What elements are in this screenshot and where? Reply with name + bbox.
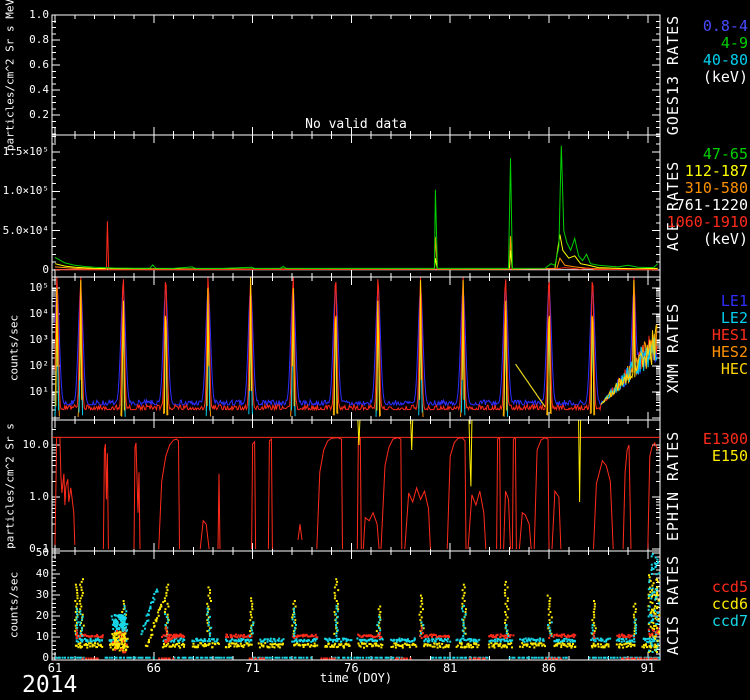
year-label: 2014: [22, 672, 77, 698]
ytick-ace-1.5×10⁵: 1.5×10⁵: [0, 145, 49, 158]
legend-entry-47-65: 47-65: [667, 146, 748, 163]
legend-entry--kev-: (keV): [703, 69, 748, 86]
ytick-ephin-1.0: 1.0: [0, 490, 49, 503]
series-xmm: [55, 278, 657, 418]
ytick-xmm-10¹: 10¹: [0, 385, 49, 398]
ytick-acis-50: 50: [0, 546, 49, 559]
legend-entry-761-1220: 761-1220: [667, 197, 748, 214]
legend-ephin: E1300E150: [703, 431, 748, 465]
legend-entry-le1: LE1: [712, 293, 748, 310]
plot-canvas: [0, 0, 750, 700]
xtick-66: 66: [134, 661, 174, 675]
ytick-xmm-10²: 10²: [0, 359, 49, 372]
legend-entry-ccd6: ccd6: [712, 596, 748, 613]
ytick-ace-1.0×10⁵: 1.0×10⁵: [0, 184, 49, 197]
series-ace: [55, 146, 658, 270]
ytick-acis-20: 20: [0, 609, 49, 622]
ytick-goes-0.6: 0.6: [0, 58, 49, 71]
legend-entry--kev-: (keV): [667, 231, 748, 248]
panel-title-xmm: XMM RATES: [664, 303, 682, 393]
xtick-86: 86: [529, 661, 569, 675]
legend-entry-1060-1910: 1060-1910: [667, 214, 748, 231]
legend-entry-le2: LE2: [712, 310, 748, 327]
no-valid-data-text: No valid data: [256, 117, 456, 132]
ytick-xmm-10⁵: 10⁵: [0, 281, 49, 294]
legend-entry-ccd7: ccd7: [712, 613, 748, 630]
legend-entry-ccd5: ccd5: [712, 579, 748, 596]
ytick-goes-0.8: 0.8: [0, 33, 49, 46]
xtick-81: 81: [430, 661, 470, 675]
ytick-goes-1.0: 1.0: [0, 8, 49, 21]
series-ephin: [52, 421, 660, 550]
legend-entry-e150: E150: [703, 448, 748, 465]
series-acis: [55, 553, 660, 659]
ytick-ace-0: 0: [0, 263, 49, 276]
legend-entry-4-9: 4-9: [703, 35, 748, 52]
ytick-goes-0.4: 0.4: [0, 83, 49, 96]
panel-title-ephin: EPHIN RATES: [664, 431, 682, 541]
x-ticks: [55, 15, 648, 660]
xtick-71: 71: [233, 661, 273, 675]
legend-ace: 47-65112-187310-580761-12201060-1910(keV…: [667, 146, 748, 248]
legend-entry-hes1: HES1: [712, 327, 748, 344]
ylabel-acis: counts/sec: [8, 572, 21, 638]
legend-goes13: 0.8-44-940-80(keV): [703, 18, 748, 86]
legend-entry-hec: HEC: [712, 361, 748, 378]
ytick-acis-10: 10: [0, 630, 49, 643]
ytick-goes-0.2: 0.2: [0, 108, 49, 121]
panel-title-acis: ACIS RATES: [664, 555, 682, 655]
xtick-91: 91: [628, 661, 668, 675]
legend-entry-310-580: 310-580: [667, 180, 748, 197]
legend-entry-e1300: E1300: [703, 431, 748, 448]
radiation-monitor-plot: GOES13 RATES ACE RATES XMM RATES EPHIN R…: [0, 0, 750, 700]
ytick-acis-40: 40: [0, 567, 49, 580]
x-axis-label: time (DOY): [296, 671, 416, 685]
ytick-acis-30: 30: [0, 588, 49, 601]
legend-entry-40-80: 40-80: [703, 52, 748, 69]
ytick-xmm-10³: 10³: [0, 333, 49, 346]
panel-borders: [52, 15, 660, 660]
panel-title-goes13: GOES13 RATES: [664, 15, 682, 135]
ylabel-goes13: particles/cm^2 Sr s MeV: [4, 0, 17, 151]
legend-xmm: LE1LE2HES1HES2HEC: [712, 293, 748, 378]
legend-entry-0-8-4: 0.8-4: [703, 18, 748, 35]
ytick-xmm-10⁴: 10⁴: [0, 307, 49, 320]
ytick-ephin-10.0: 10.0: [0, 438, 49, 451]
ytick-ace-5.0×10⁴: 5.0×10⁴: [0, 224, 49, 237]
legend-entry-hes2: HES2: [712, 344, 748, 361]
legend-entry-112-187: 112-187: [667, 163, 748, 180]
legend-acis: ccd5ccd6ccd7: [712, 579, 748, 630]
